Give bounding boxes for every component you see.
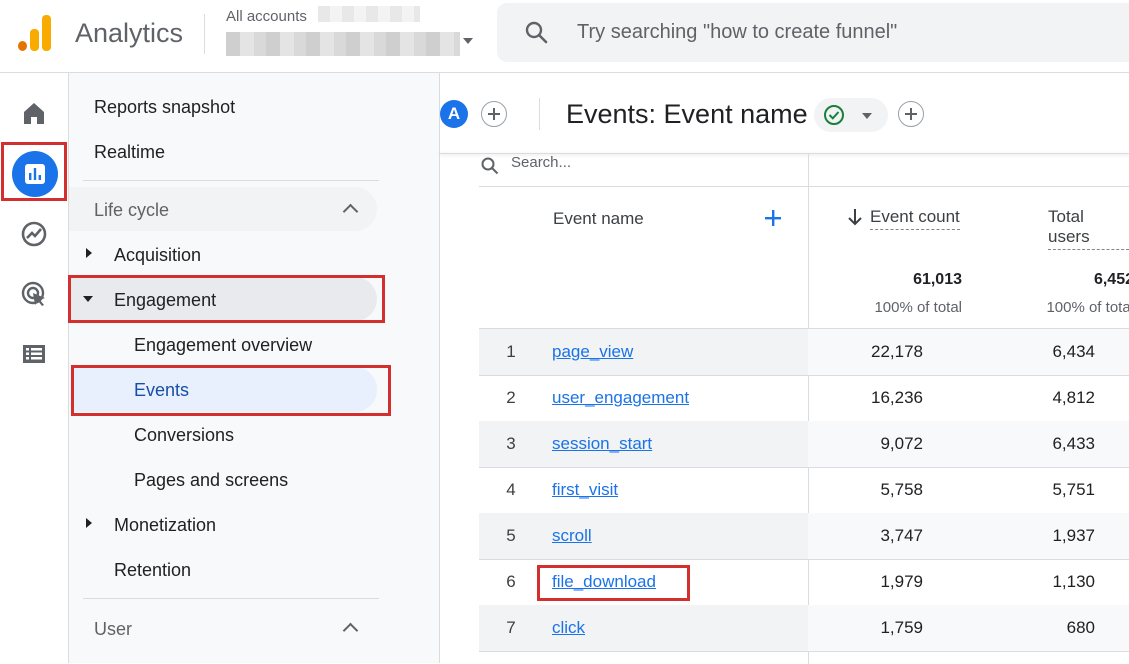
nav-user-label[interactable]: User <box>94 619 132 640</box>
accounts-label: All accounts <box>226 8 307 25</box>
total-users-cell: 5,751 <box>1052 480 1095 499</box>
highlight-engagement <box>68 275 385 323</box>
event-link[interactable]: user_engagement <box>552 388 689 408</box>
row-number: 2 <box>506 388 516 407</box>
event-link[interactable]: click <box>552 618 585 638</box>
account-dropdown-icon[interactable] <box>463 38 473 44</box>
nav-lifecycle-label: Life cycle <box>94 200 170 220</box>
top-app-bar: Analytics All accounts Try searching "ho… <box>0 0 1129 73</box>
col-event-count[interactable]: Event count <box>870 207 960 230</box>
nav-acquisition[interactable]: Acquisition <box>114 245 201 266</box>
header-divider <box>204 14 205 54</box>
total-users-cell: 6,433 <box>1052 434 1095 453</box>
nav-pages-and-screens[interactable]: Pages and screens <box>134 470 288 491</box>
expand-acquisition-icon[interactable] <box>86 248 92 258</box>
event-link[interactable]: scroll <box>552 526 592 546</box>
nav-monetization[interactable]: Monetization <box>114 515 216 536</box>
total-users-cell: 680 <box>1066 618 1095 637</box>
search-icon <box>525 21 548 44</box>
nav-realtime[interactable]: Realtime <box>94 142 165 163</box>
add-dimension-icon[interactable] <box>764 209 782 227</box>
total-users-cell: 4,812 <box>1052 388 1095 407</box>
table-row[interactable]: 7 click 1,759 680 <box>479 605 1129 652</box>
search-bar[interactable]: Try searching "how to create funnel" <box>497 3 1129 62</box>
check-circle-icon <box>824 105 844 125</box>
page-title: Events: Event name <box>566 99 808 129</box>
total-users-pct: 100% of total <box>1046 299 1129 316</box>
event-count-cell: 5,758 <box>880 480 923 499</box>
search-row-divider <box>479 186 1129 187</box>
row-number: 6 <box>506 572 516 591</box>
row-number: 3 <box>506 434 516 453</box>
advertising-icon[interactable] <box>20 280 48 308</box>
col-total-users[interactable]: Total users <box>1048 207 1129 250</box>
event-count-cell: 1,979 <box>880 572 923 591</box>
title-divider <box>539 98 540 130</box>
col-event-name[interactable]: Event name <box>553 209 644 229</box>
nav-divider <box>83 180 379 181</box>
event-count-cell: 1,759 <box>880 618 923 637</box>
nav-divider <box>83 598 379 599</box>
status-dropdown[interactable] <box>814 98 888 132</box>
nav-reports-snapshot[interactable]: Reports snapshot <box>94 97 235 118</box>
total-event-count-pct: 100% of total <box>874 299 962 316</box>
nav-engagement-overview[interactable]: Engagement overview <box>134 335 312 356</box>
analytics-logo-icon[interactable] <box>18 15 52 51</box>
table-search-icon <box>481 157 499 175</box>
highlight-events <box>71 365 391 416</box>
event-count-cell: 3,747 <box>880 526 923 545</box>
total-event-count: 61,013 <box>913 271 962 288</box>
configure-icon[interactable] <box>20 340 48 368</box>
redacted-property-name <box>226 32 460 56</box>
row-number: 4 <box>506 480 516 499</box>
event-count-cell: 16,236 <box>871 388 923 407</box>
chevron-up-icon[interactable] <box>342 203 359 220</box>
total-users-cell: 6,434 <box>1052 342 1095 361</box>
total-users: 6,452 <box>1093 271 1129 288</box>
row-number: 5 <box>506 526 516 545</box>
nav-lifecycle-section[interactable]: Life cycle <box>69 187 377 231</box>
highlight-file-download <box>537 565 690 601</box>
table-search-input[interactable]: Search... <box>511 154 571 171</box>
event-link[interactable]: page_view <box>552 342 633 362</box>
search-placeholder: Try searching "how to create funnel" <box>577 21 898 43</box>
table-row[interactable]: 1 page_view 22,178 6,434 <box>479 329 1129 376</box>
app-title: Analytics <box>75 18 184 48</box>
table-row[interactable]: 2 user_engagement 16,236 4,812 <box>479 375 1129 422</box>
comparison-avatar[interactable]: A <box>440 100 468 128</box>
row-number: 7 <box>506 618 516 637</box>
explore-icon[interactable] <box>20 220 48 248</box>
total-users-cell: 1,130 <box>1052 572 1095 591</box>
table-row[interactable]: 4 first_visit 5,758 5,751 <box>479 467 1129 514</box>
nav-retention[interactable]: Retention <box>114 560 191 581</box>
event-count-cell: 22,178 <box>871 342 923 361</box>
customize-report-icon[interactable] <box>898 101 924 127</box>
table-row[interactable]: 3 session_start 9,072 6,433 <box>479 421 1129 468</box>
highlight-reports-icon <box>1 142 67 201</box>
sort-descending-icon[interactable] <box>847 208 863 226</box>
total-users-cell: 1,937 <box>1052 526 1095 545</box>
add-comparison-icon[interactable] <box>481 101 507 127</box>
event-link[interactable]: session_start <box>552 434 652 454</box>
chevron-down-icon <box>862 113 872 119</box>
redacted-account-name <box>318 6 420 22</box>
table-row[interactable]: 5 scroll 3,747 1,937 <box>479 513 1129 560</box>
home-icon[interactable] <box>20 99 48 127</box>
nav-conversions[interactable]: Conversions <box>134 425 234 446</box>
chevron-up-icon[interactable] <box>342 622 359 639</box>
event-count-cell: 9,072 <box>880 434 923 453</box>
event-link[interactable]: first_visit <box>552 480 618 500</box>
row-number: 1 <box>506 342 516 361</box>
expand-monetization-icon[interactable] <box>86 518 92 528</box>
